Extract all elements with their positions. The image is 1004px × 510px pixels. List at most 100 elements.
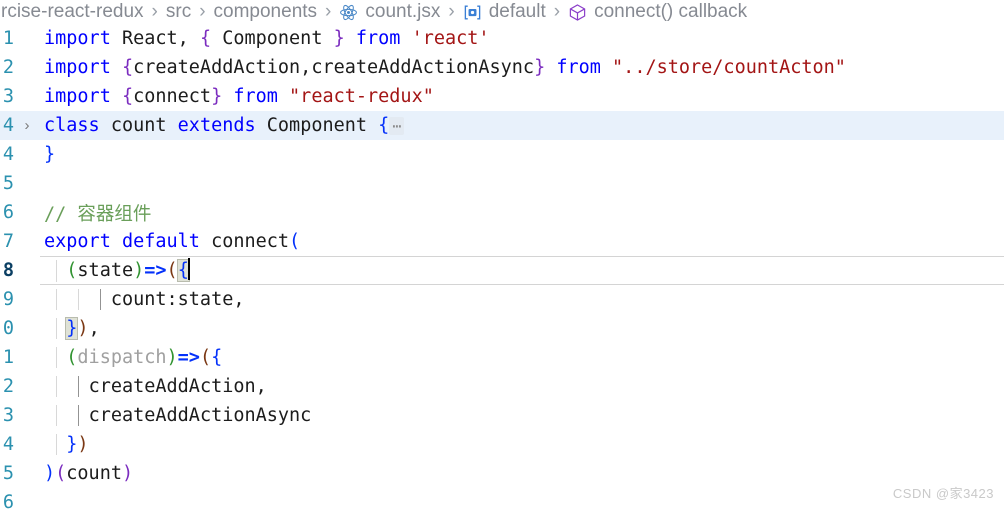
token-keyword: class: [44, 115, 100, 136]
code-line[interactable]: 4 }: [0, 140, 1004, 169]
line-number: 1: [2, 28, 14, 49]
breadcrumb-label: src: [165, 1, 192, 22]
line-number: 6: [2, 492, 14, 510]
code-content: }),: [38, 317, 1004, 340]
code-line[interactable]: 6 // 容器组件: [0, 198, 1004, 227]
token-brace: {: [378, 115, 390, 136]
token-identifier: createAddAction,: [88, 376, 267, 397]
breadcrumb-item-components[interactable]: components: [213, 0, 319, 24]
token-paren: ): [77, 434, 89, 455]
token-identifier: Component: [255, 115, 379, 136]
breadcrumb-separator: ›: [151, 1, 158, 22]
line-number: 4: [2, 115, 14, 136]
code-content: (state)=>({: [38, 257, 1004, 282]
token-comma: ,: [88, 318, 100, 339]
token-keyword: extends: [177, 115, 256, 136]
token-keyword: from: [545, 57, 613, 78]
token-arrow: =>: [177, 347, 200, 368]
token-property: count:state,: [110, 289, 245, 310]
code-line[interactable]: 3 createAddActionAsync: [0, 401, 1004, 430]
code-line[interactable]: 9 count:state,: [0, 285, 1004, 314]
code-content: export default connect(: [38, 231, 1004, 252]
breadcrumb-separator: ›: [553, 1, 561, 22]
react-atom-icon: [338, 2, 359, 23]
indent-guide: [56, 289, 57, 310]
code-content: import {createAddAction,createAddActionA…: [38, 57, 1004, 78]
indent-guide-active: [100, 289, 101, 310]
token-brace: {: [199, 28, 212, 49]
token-paren: (: [289, 231, 301, 252]
line-number: 3: [2, 405, 14, 426]
breadcrumb-separator: ›: [325, 1, 332, 22]
token-paren: (: [66, 347, 78, 368]
code-line[interactable]: 1 import React, { Component } from 'reac…: [0, 24, 1004, 53]
code-line-active[interactable]: 8 (state)=>({: [0, 256, 1004, 285]
code-line[interactable]: 0 }),: [0, 314, 1004, 343]
breadcrumb: rcise-react-redux › src › components › c…: [0, 0, 1004, 24]
line-number: 8: [2, 260, 14, 281]
line-number: 4: [2, 434, 14, 455]
token-paren: ): [44, 463, 56, 484]
breadcrumb-item-project[interactable]: rcise-react-redux: [0, 0, 145, 24]
indent-guide: [56, 347, 57, 368]
code-line[interactable]: 3 import {connect} from "react-redux": [0, 82, 1004, 111]
token-comment: // 容器组件: [44, 203, 152, 225]
indent-guide: [56, 434, 57, 455]
code-line[interactable]: 5: [0, 169, 1004, 198]
code-content: count:state,: [38, 289, 1004, 310]
breadcrumb-item-src[interactable]: src: [165, 0, 192, 24]
token-unused-param: dispatch: [77, 347, 167, 368]
breadcrumb-item-connect-callback[interactable]: connect() callback: [567, 0, 748, 24]
code-line-folded[interactable]: 4 › class count extends Component {⋯: [0, 111, 1004, 140]
token-arrow: =>: [144, 259, 167, 281]
token-paren: ): [133, 259, 145, 281]
breadcrumb-item-default-symbol[interactable]: default: [462, 0, 547, 24]
token-keyword: import: [44, 86, 111, 107]
code-line[interactable]: 5 )(count): [0, 459, 1004, 488]
indent-guide: [78, 289, 79, 310]
code-line[interactable]: 2 createAddAction,: [0, 372, 1004, 401]
indent-guide-active: [78, 405, 79, 426]
token-brace: {: [121, 86, 134, 107]
line-number: 5: [2, 463, 14, 484]
line-number: 9: [2, 289, 14, 310]
code-content: createAddAction,: [38, 376, 1004, 397]
token-brace: {: [121, 57, 134, 78]
code-line[interactable]: 2 import {createAddAction,createAddActio…: [0, 53, 1004, 82]
line-number: 4: [2, 144, 14, 165]
fold-chevron-icon[interactable]: ›: [16, 117, 38, 134]
code-editor[interactable]: 1 import React, { Component } from 'reac…: [0, 24, 1004, 510]
token-brace: }: [333, 28, 345, 49]
code-line[interactable]: 7 export default connect(: [0, 227, 1004, 256]
module-symbol-icon: [462, 2, 483, 23]
token-keyword: import: [44, 57, 111, 78]
code-content: }: [38, 144, 1004, 165]
token-brace: }: [66, 434, 78, 455]
token-paren: (: [66, 259, 78, 281]
breadcrumb-separator: ›: [199, 1, 206, 22]
token-keyword: from: [344, 28, 412, 49]
token-identifier: connect: [199, 231, 290, 252]
code-content: class count extends Component {⋯: [38, 115, 1004, 136]
code-line[interactable]: 1 (dispatch)=>({: [0, 343, 1004, 372]
line-number: 2: [2, 376, 14, 397]
token-brace: }: [44, 144, 56, 165]
indent-guide: [56, 405, 57, 426]
line-number: 7: [2, 231, 14, 252]
line-number: 6: [2, 202, 14, 223]
token-paren: ): [166, 347, 178, 368]
code-content: import React, { Component } from 'react': [38, 28, 1004, 49]
breadcrumb-label: count.jsx: [365, 1, 441, 22]
breadcrumb-label: components: [213, 1, 318, 22]
code-line[interactable]: 6: [0, 488, 1004, 510]
indent-guide: [56, 376, 57, 397]
breadcrumb-item-file[interactable]: count.jsx: [338, 0, 441, 24]
token-identifier: connect: [133, 86, 212, 107]
token-keyword: export: [44, 231, 111, 252]
folded-placeholder[interactable]: ⋯: [389, 117, 405, 135]
code-line[interactable]: 4 }): [0, 430, 1004, 459]
